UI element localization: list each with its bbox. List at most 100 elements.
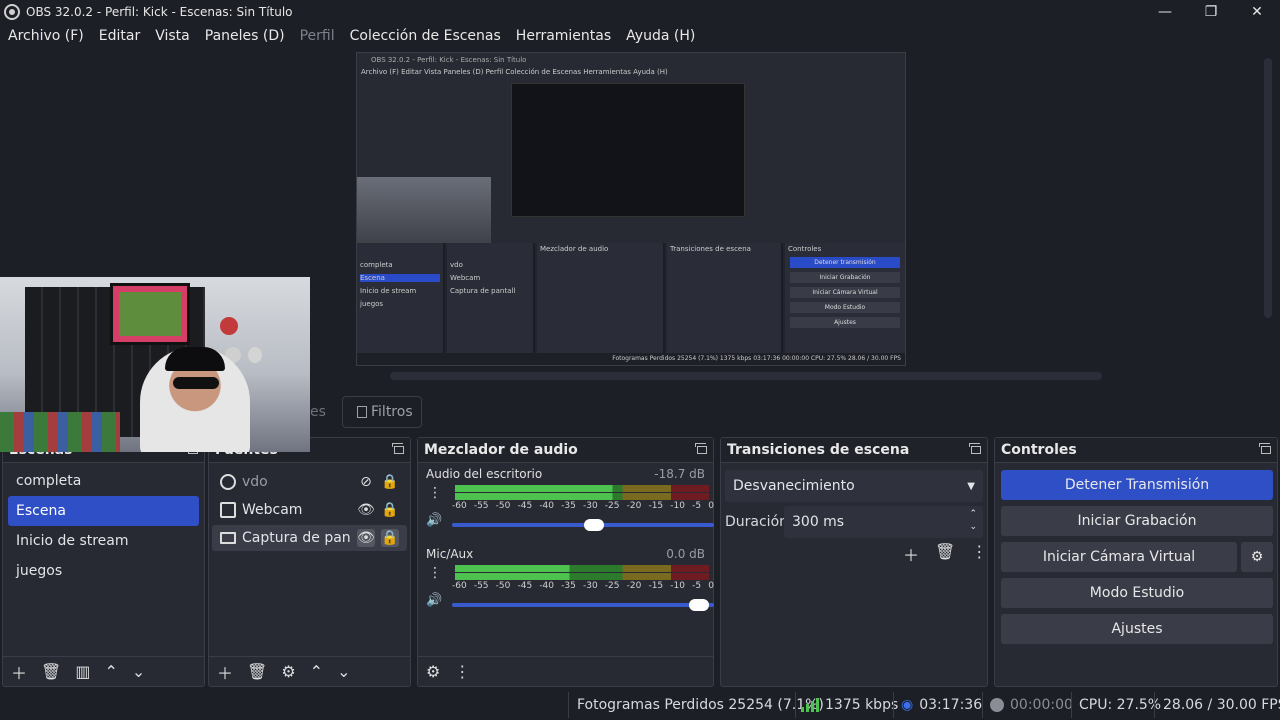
advanced-audio-gear-icon[interactable]: ⚙ [426, 662, 440, 681]
source-item-vdo[interactable]: vdo ⊘ 🔒 [212, 469, 407, 495]
title-bar: OBS 32.0.2 - Perfil: Kick - Escenas: Sin… [0, 0, 1280, 24]
mini-controls-title: Controles [788, 245, 822, 253]
menu-perfil[interactable]: Perfil [300, 28, 335, 44]
settings-button[interactable]: Ajustes [1001, 614, 1273, 644]
mini-scene-item: Escena [360, 274, 440, 282]
monitor-icon [220, 532, 236, 544]
scene-item-juegos[interactable]: juegos [8, 556, 199, 586]
menu-editar[interactable]: Editar [99, 28, 140, 44]
record-dot-icon [990, 698, 1004, 712]
status-separator [568, 692, 569, 718]
lock-icon[interactable]: 🔒 [381, 529, 399, 547]
add-scene-button[interactable]: ＋ [11, 660, 27, 684]
scene-item-inicio-de-stream[interactable]: Inicio de stream [8, 526, 199, 556]
volume-slider-handle[interactable] [583, 519, 604, 531]
speaker-icon[interactable]: 🔊 [426, 513, 442, 528]
transition-menu-icon[interactable]: ⋮ [971, 542, 987, 566]
menu-bar: Archivo (F) Editar Vista Paneles (D) Per… [0, 24, 1280, 48]
properties-button-fragment[interactable]: es [310, 396, 330, 428]
eye-hidden-icon[interactable]: ⊘ [357, 473, 375, 491]
add-source-button[interactable]: ＋ [217, 660, 233, 684]
scale-tick: -10 [670, 581, 685, 591]
scale-tick: -45 [517, 501, 533, 511]
move-source-up-button[interactable]: ⌃ [310, 662, 323, 681]
add-transition-button[interactable]: ＋ [903, 542, 919, 566]
scenes-list: completa Escena Inicio de stream juegos [3, 463, 204, 586]
volume-slider[interactable] [452, 599, 714, 611]
remove-scene-button[interactable]: 🗑 [41, 662, 61, 681]
menu-paneles[interactable]: Paneles (D) [205, 28, 285, 44]
controls-title: Controles [1001, 442, 1077, 458]
scale-tick: -15 [648, 581, 664, 591]
source-item-webcam[interactable]: Webcam 👁 🔒 [212, 497, 407, 523]
webcam-cap-red [220, 317, 238, 335]
volume-meter [455, 565, 709, 580]
undock-icon[interactable] [392, 443, 404, 454]
mini-source-item: vdo [450, 261, 463, 269]
minimize-button[interactable]: — [1142, 0, 1188, 24]
mixer-menu-icon[interactable]: ⋮ [454, 662, 470, 681]
preview-horizontal-scrollbar[interactable] [390, 372, 1102, 380]
preview-canvas[interactable]: OBS 32.0.2 - Perfil: Kick - Escenas: Sin… [356, 52, 906, 366]
speaker-icon[interactable]: 🔊 [426, 593, 442, 608]
mini-transitions-title: Transiciones de escena [670, 245, 751, 253]
mini-scene-item: completa [360, 261, 393, 269]
mini-scene-item: Inicio de stream [360, 287, 417, 295]
kebab-menu-icon[interactable]: ⋮ [428, 485, 442, 501]
close-button[interactable]: ✕ [1234, 0, 1280, 24]
webcam-person-glasses [173, 377, 219, 389]
kebab-menu-icon[interactable]: ⋮ [428, 565, 442, 581]
volume-slider[interactable] [452, 519, 714, 531]
scale-tick: -35 [561, 501, 576, 511]
window-title: OBS 32.0.2 - Perfil: Kick - Escenas: Sin… [26, 5, 293, 19]
start-recording-button[interactable]: Iniciar Grabación [1001, 506, 1273, 536]
undock-icon[interactable] [1259, 443, 1271, 454]
source-properties-button[interactable]: ⚙ [281, 662, 295, 681]
undock-icon[interactable] [969, 443, 981, 454]
volume-slider-handle[interactable] [688, 599, 709, 611]
eye-icon[interactable]: 👁 [357, 501, 375, 519]
stop-streaming-button[interactable]: Detener Transmisión [1001, 470, 1273, 500]
transitions-title: Transiciones de escena [727, 442, 910, 458]
mixer-header: Mezclador de audio [418, 438, 713, 463]
studio-mode-button[interactable]: Modo Estudio [1001, 578, 1273, 608]
scale-tick: -55 [473, 581, 489, 591]
menu-archivo[interactable]: Archivo (F) [8, 28, 84, 44]
filters-button[interactable]: Filtros [342, 396, 422, 428]
lock-icon[interactable]: 🔒 [381, 501, 399, 519]
source-item-captura-de-pantalla[interactable]: Captura de pantall 👁 🔒 [212, 525, 407, 551]
maximize-button[interactable]: ❐ [1188, 0, 1234, 24]
webcam-game-boxes [0, 412, 120, 452]
eye-icon[interactable]: 👁 [357, 529, 375, 547]
scene-filters-button[interactable]: ▥ [75, 662, 90, 681]
status-bar: Fotogramas Perdidos 25254 (7.1%) 1375 kb… [0, 690, 1280, 720]
menu-coleccion-escenas[interactable]: Colección de Escenas [350, 28, 501, 44]
mixer-toolbar: ⚙ ⋮ [418, 656, 713, 686]
start-virtual-camera-button[interactable]: Iniciar Cámara Virtual [1001, 542, 1237, 572]
menu-herramientas[interactable]: Herramientas [516, 28, 611, 44]
webcam-cap-white [248, 347, 262, 363]
preview-vertical-scrollbar[interactable] [1264, 58, 1272, 318]
transition-select[interactable]: Desvanecimiento ▼ [725, 470, 983, 502]
scene-item-escena[interactable]: Escena [8, 496, 199, 526]
virtual-camera-settings-gear-icon[interactable]: ⚙ [1241, 542, 1273, 572]
move-scene-up-button[interactable]: ⌃ [104, 662, 117, 681]
mini-webcam [357, 177, 491, 251]
move-source-down-button[interactable]: ⌄ [337, 662, 350, 681]
duration-spinbox[interactable]: 300 ms ⌃ ⌄ [784, 506, 983, 538]
lock-icon[interactable]: 🔒 [381, 473, 399, 491]
remove-transition-button[interactable]: 🗑 [935, 542, 955, 566]
remove-source-button[interactable]: 🗑 [247, 662, 267, 681]
transition-toolbar: ＋ 🗑 ⋮ [903, 542, 987, 566]
menu-ayuda[interactable]: Ayuda (H) [626, 28, 695, 44]
dropped-frames: Fotogramas Perdidos 25254 (7.1%) [577, 697, 824, 713]
mixer-title: Mezclador de audio [424, 442, 578, 458]
sources-toolbar: ＋ 🗑 ⚙ ⌃ ⌄ [209, 656, 410, 686]
move-scene-down-button[interactable]: ⌄ [132, 662, 145, 681]
undock-icon[interactable] [695, 443, 707, 454]
scene-item-completa[interactable]: completa [8, 466, 199, 496]
menu-vista[interactable]: Vista [155, 28, 190, 44]
webcam-poster [110, 283, 190, 345]
status-separator [1154, 692, 1155, 718]
spin-arrows-icon[interactable]: ⌃ ⌄ [969, 508, 977, 534]
